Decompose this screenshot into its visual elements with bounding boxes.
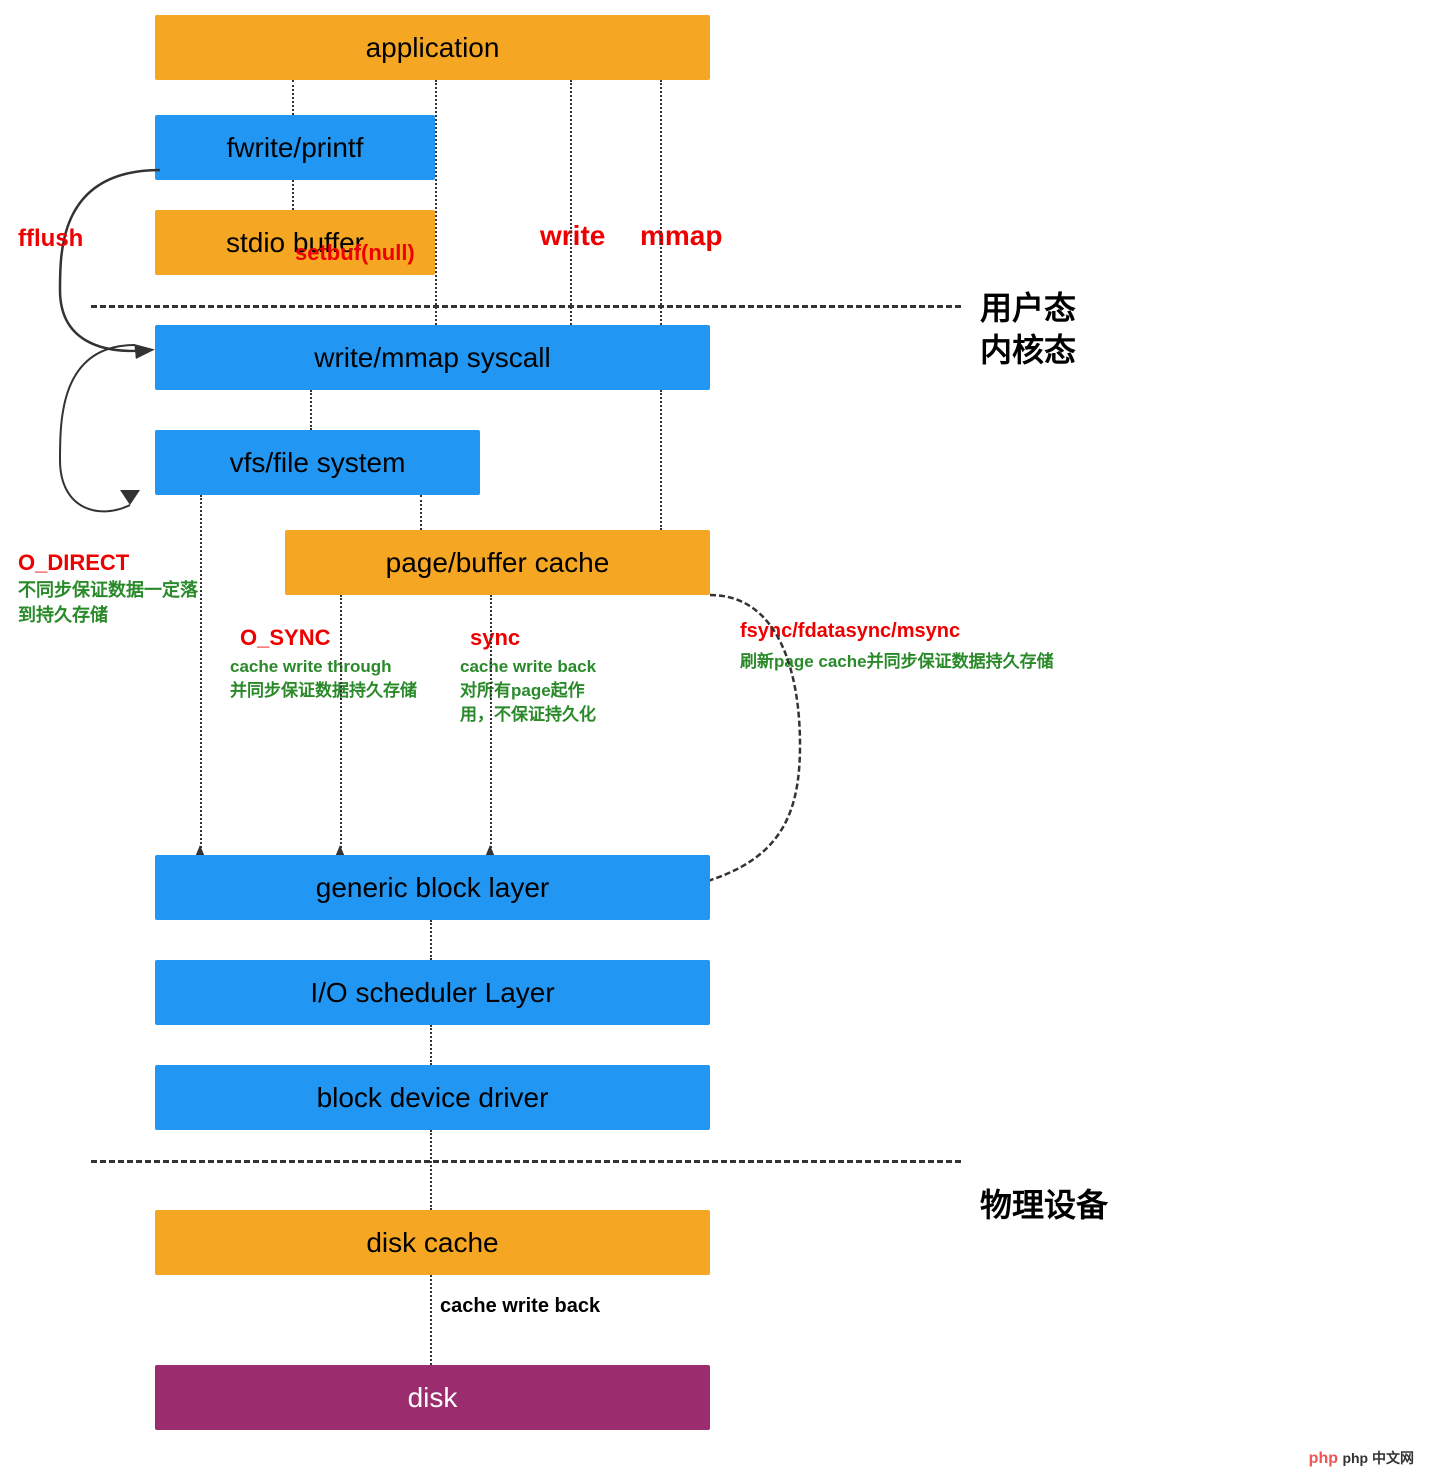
- fflush-label: fflush: [18, 225, 83, 253]
- write-label: write: [540, 220, 605, 252]
- vline-sync: [490, 595, 492, 855]
- cache-write-back-sync-label: cache write back 对所有page起作 用，不保证持久化: [460, 655, 596, 726]
- arrow-syscall-vfs: [310, 390, 312, 430]
- mmap-label: mmap: [640, 220, 722, 252]
- vline-osync: [340, 595, 342, 855]
- io-scheduler-box: I/O scheduler Layer: [155, 960, 710, 1025]
- fwrite-box: fwrite/printf: [155, 115, 435, 180]
- o-direct-label: O_DIRECT: [18, 550, 129, 576]
- syscall-box: write/mmap syscall: [155, 325, 710, 390]
- user-kernel-boundary: [91, 305, 961, 308]
- watermark: php php 中文网: [1309, 1448, 1414, 1468]
- arrow-generic-io: [430, 920, 432, 960]
- user-space-label: 用户态: [980, 283, 1076, 329]
- arrow-app-fwrite: [292, 80, 294, 115]
- arrow-fwrite-stdio: [292, 180, 294, 210]
- arrow-diskcache-disk: [430, 1275, 432, 1365]
- vline-stdio-syscall: [435, 80, 437, 325]
- fsync-curve: [700, 595, 820, 905]
- kernel-space-label: 内核态: [980, 325, 1076, 371]
- diagram-container: application fwrite/printf stdio buffer f…: [0, 0, 1434, 1478]
- sync-label: sync: [470, 625, 520, 651]
- vfs-box: vfs/file system: [155, 430, 480, 495]
- disk-box: disk: [155, 1365, 710, 1430]
- setbuf-label: setbuf(null): [295, 240, 415, 266]
- vline-odirect: [200, 495, 202, 855]
- o-direct-desc: 不同步保证数据一定落 到持久存储: [18, 578, 198, 628]
- vline-mmap-syscall: [660, 80, 662, 325]
- physical-device-label: 物理设备: [980, 1180, 1108, 1226]
- page-cache-box: page/buffer cache: [285, 530, 710, 595]
- arrow-driver-diskcache: [430, 1130, 432, 1210]
- cache-write-through-label: cache write through 并同步保证数据持久存储: [230, 655, 417, 703]
- vline-write-syscall: [570, 80, 572, 325]
- block-driver-box: block device driver: [155, 1065, 710, 1130]
- disk-cache-box: disk cache: [155, 1210, 710, 1275]
- generic-block-box: generic block layer: [155, 855, 710, 920]
- arrow-io-driver: [430, 1025, 432, 1065]
- vline-mmap-pagecache: [660, 390, 662, 530]
- cache-write-back-label: cache write back: [440, 1295, 600, 1318]
- application-box: application: [155, 15, 710, 80]
- arrow-vfs-pagecache: [420, 495, 422, 530]
- kernel-physical-boundary: [91, 1160, 961, 1163]
- o-sync-label: O_SYNC: [240, 625, 330, 651]
